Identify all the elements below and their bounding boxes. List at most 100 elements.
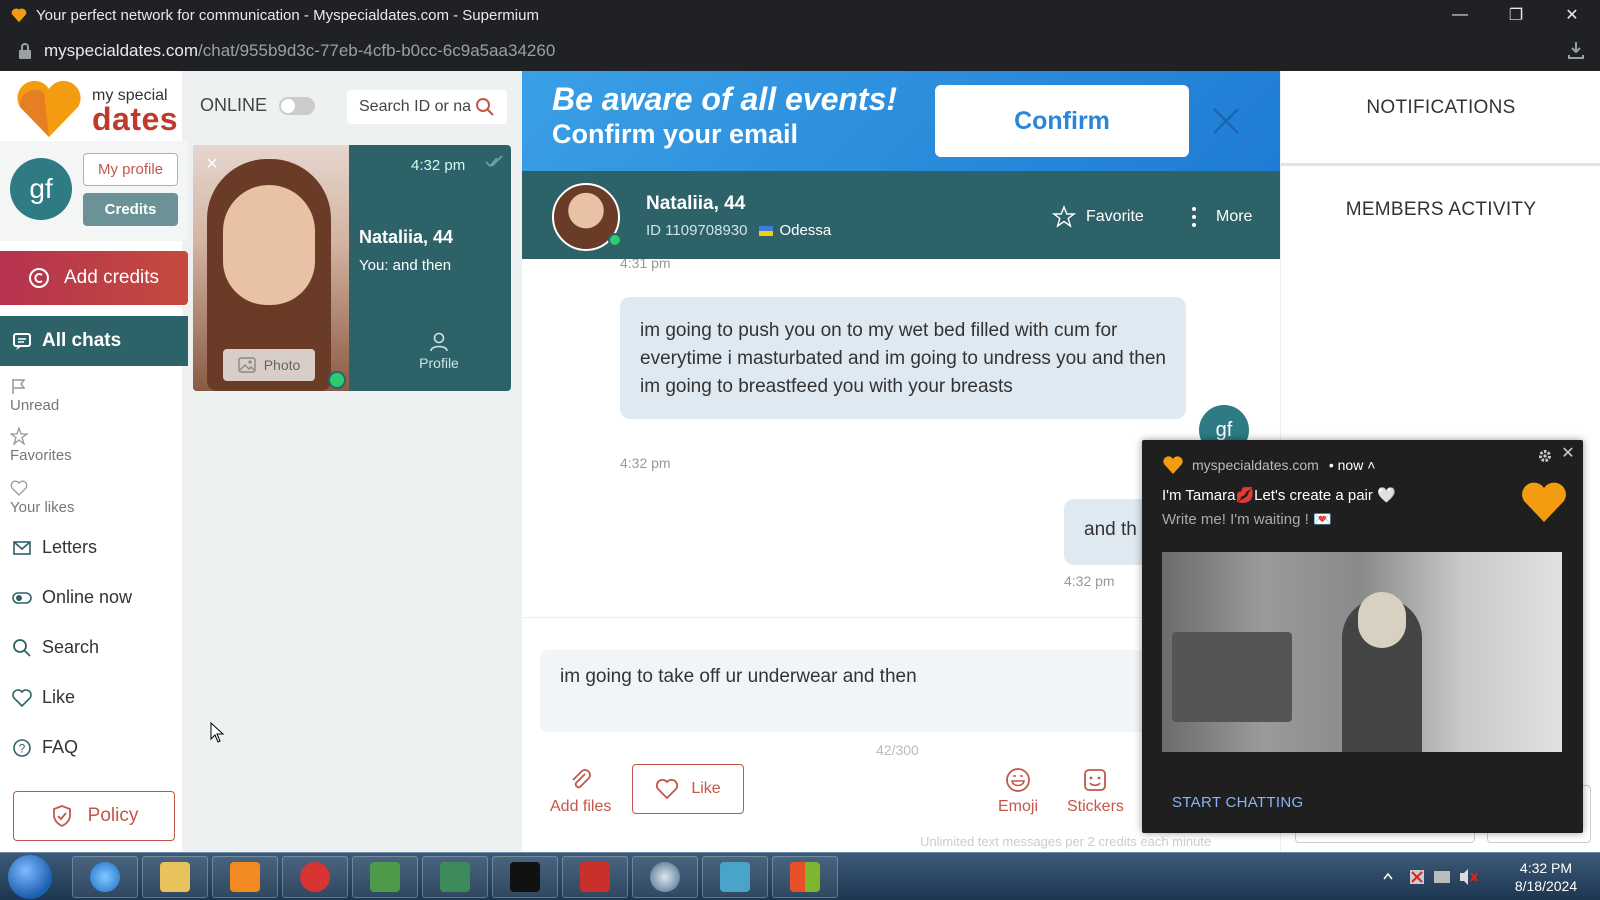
chat-list-panel: ONLINE × Photo 4:32 pm Nataliia, 44 You:… (188, 71, 522, 852)
media-player-icon[interactable] (212, 856, 278, 898)
policy-button[interactable]: Policy (13, 791, 175, 841)
minimize-icon[interactable]: — (1432, 0, 1488, 30)
filter-your-likes[interactable]: Your likes (10, 479, 74, 516)
emoji-button[interactable]: Emoji (998, 766, 1038, 816)
more-button[interactable]: More (1182, 205, 1252, 229)
notification-image (1162, 552, 1562, 752)
contact-city: Odessa (779, 222, 832, 239)
window-app-icon[interactable] (352, 856, 418, 898)
stickers-label: Stickers (1067, 798, 1124, 815)
url-path: /chat/955b9d3c-77eb-4cfb-b0cc-6c9a5aa342… (198, 40, 556, 60)
search-input[interactable] (359, 98, 471, 116)
close-icon[interactable] (1210, 105, 1242, 137)
add-credits-button[interactable]: Add credits (0, 251, 188, 305)
chat-icon (13, 333, 31, 350)
nav-letters-label: Letters (42, 537, 98, 557)
envelope-icon (13, 540, 31, 555)
coin-icon (29, 268, 49, 288)
online-filter[interactable]: ONLINE (200, 95, 316, 116)
nav-all-chats[interactable]: All chats (0, 316, 188, 366)
filter-favorites[interactable]: Favorites (10, 427, 72, 464)
terminal-icon[interactable] (492, 856, 558, 898)
confirm-email-button[interactable]: Confirm (935, 85, 1189, 157)
browser-globe-icon[interactable] (632, 856, 698, 898)
download-icon[interactable] (1566, 40, 1586, 60)
start-chatting-button[interactable]: START CHATTING (1172, 794, 1303, 811)
chat-search[interactable] (347, 90, 507, 124)
favorite-button[interactable]: Favorite (1052, 205, 1144, 229)
my-profile-button[interactable]: My profile (83, 153, 178, 186)
nav-online-now[interactable]: Online now (12, 587, 132, 608)
filter-unread-label: Unread (10, 397, 60, 414)
svg-text:?: ? (19, 741, 26, 755)
nav-faq[interactable]: ? FAQ (12, 737, 78, 758)
contact-name[interactable]: Nataliia, 44 (646, 193, 745, 215)
system-tray[interactable] (1380, 863, 1480, 891)
members-activity-tab[interactable]: MEMBERS ACTIVITY (1281, 199, 1600, 221)
desktop-notification[interactable]: myspecialdates.com • now ˄ ✕ I'm Tamara💋… (1142, 440, 1583, 833)
gear-icon[interactable] (1537, 448, 1553, 464)
contact-photo[interactable]: × Photo (193, 145, 349, 391)
close-icon[interactable]: × (201, 153, 223, 175)
ukraine-flag-icon (759, 226, 774, 237)
chat-time: 4:32 pm (411, 157, 466, 174)
system-clock[interactable]: 4:32 PM 8/18/2024 (1500, 859, 1592, 895)
notification-domain: myspecialdates.com (1192, 457, 1319, 473)
like-button[interactable]: Like (632, 764, 744, 814)
online-toggle[interactable] (279, 96, 316, 115)
notifications-tab[interactable]: NOTIFICATIONS (1281, 97, 1600, 119)
search-icon (13, 638, 31, 657)
close-icon[interactable]: ✕ (1560, 446, 1576, 462)
online-status-dot (608, 233, 622, 247)
start-button[interactable] (8, 855, 52, 899)
restore-icon[interactable]: ❐ (1488, 0, 1544, 30)
chat-list-item[interactable]: × Photo 4:32 pm Nataliia, 44 You: and th… (193, 145, 511, 391)
message-time: 4:31 pm (620, 259, 671, 271)
internet-explorer-icon[interactable] (72, 856, 138, 898)
nav-like[interactable]: Like (12, 687, 75, 708)
site-logo[interactable]: my special dates (14, 77, 184, 139)
emoji-label: Emoji (998, 798, 1039, 815)
avatar[interactable]: gf (10, 158, 72, 220)
file-explorer-icon[interactable] (142, 856, 208, 898)
logo-heart-icon (1522, 482, 1566, 522)
photo-button[interactable]: Photo (223, 349, 315, 381)
photo-label: Photo (263, 357, 301, 373)
banner-subtitle: Confirm your email (552, 119, 799, 149)
nav-letters[interactable]: Letters (12, 537, 97, 558)
close-icon[interactable]: ✕ (1544, 0, 1600, 30)
search-icon[interactable] (475, 97, 495, 117)
filter-unread[interactable]: Unread (10, 377, 59, 414)
d-app-icon[interactable] (282, 856, 348, 898)
contact-id-line: ID 1109708930 Odessa (646, 222, 831, 239)
windows-flag-icon[interactable] (772, 856, 838, 898)
question-icon: ? (13, 738, 31, 757)
tab-underline (1281, 163, 1600, 166)
nav-like-label: Like (42, 687, 76, 707)
photo-face-shape (223, 185, 315, 305)
stickers-button[interactable]: Stickers (1067, 766, 1124, 816)
profile-label: Profile (419, 355, 459, 371)
heart-icon (10, 480, 28, 496)
logo-line2: dates (92, 101, 179, 137)
nav-search[interactable]: Search (12, 637, 99, 658)
add-files-button[interactable]: Add files (550, 766, 611, 816)
last-message: You: and then (359, 257, 452, 274)
online-label: ONLINE (200, 95, 268, 115)
banner-headline: Be aware of all events! (552, 81, 898, 117)
monitor-app-icon[interactable] (422, 856, 488, 898)
window-title: Your perfect network for communication -… (36, 6, 539, 24)
cubes-app-icon[interactable] (702, 856, 768, 898)
online-status-dot (328, 371, 346, 389)
toolbox-icon[interactable] (562, 856, 628, 898)
address-bar[interactable]: myspecialdates.com/chat/955b9d3c-77eb-4c… (0, 30, 1600, 71)
image-icon (238, 357, 256, 373)
add-credits-label: Add credits (64, 267, 160, 288)
shield-icon (52, 805, 71, 828)
star-icon (1052, 205, 1076, 228)
nav-faq-label: FAQ (42, 737, 79, 757)
profile-link[interactable]: Profile (411, 331, 467, 371)
windows-taskbar: 4:32 PM 8/18/2024 (0, 852, 1600, 900)
like-label: Like (691, 780, 721, 797)
credits-button[interactable]: Credits (83, 193, 178, 226)
